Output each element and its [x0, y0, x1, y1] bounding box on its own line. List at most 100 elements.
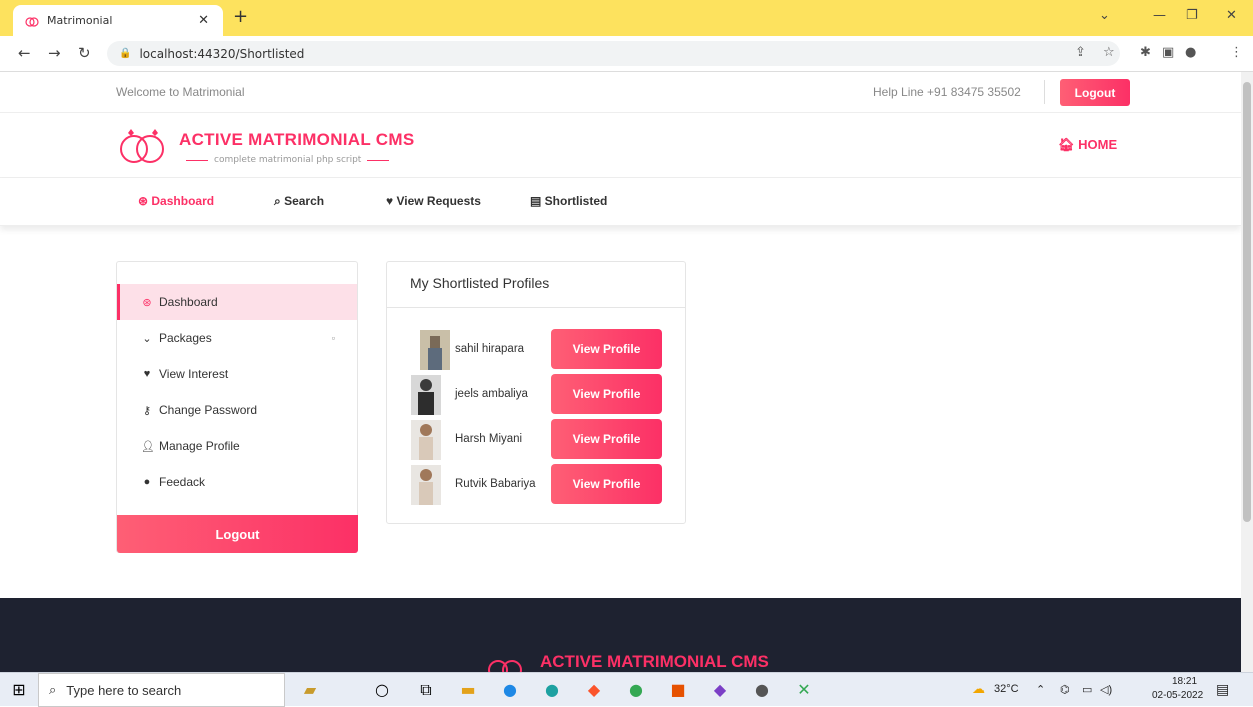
news-widget-icon[interactable]: ▰	[300, 680, 320, 700]
scrollbar-thumb[interactable]	[1243, 82, 1251, 522]
file-explorer-icon[interactable]: ▬	[458, 680, 478, 700]
minimize-icon[interactable]: —	[1153, 8, 1166, 23]
heart-icon: ♥	[386, 194, 397, 208]
notification-icon[interactable]: ▤	[1216, 681, 1229, 698]
shortlisted-card: My Shortlisted Profiles sahil hirapara V…	[386, 261, 686, 524]
menu-dashboard[interactable]: ⊛ Dashboard	[138, 194, 214, 208]
volume-icon[interactable]: ◁)	[1100, 683, 1112, 696]
chrome-profile-icon[interactable]: ●	[752, 680, 772, 700]
skype-icon[interactable]: ●	[500, 680, 520, 700]
forward-icon[interactable]: →	[48, 44, 61, 62]
bookmark-star-icon[interactable]: ☆	[1103, 45, 1115, 60]
sidebar-item-feedback[interactable]: ● Feedack	[117, 464, 357, 500]
profile-avatar-icon[interactable]: ●	[1185, 45, 1196, 60]
menu-shortlisted-label: Shortlisted	[544, 194, 608, 208]
menu-search[interactable]: ⌕ Search	[274, 194, 324, 209]
chevron-down-icon[interactable]: ⌄	[1099, 8, 1110, 23]
sidebar-logout-button[interactable]: Logout	[117, 515, 358, 553]
welcome-text: Welcome to Matrimonial	[116, 85, 245, 99]
rings-logo-icon[interactable]	[116, 125, 170, 165]
visual-studio-icon[interactable]: ◆	[710, 680, 730, 700]
expand-icon: ▫	[331, 333, 335, 343]
taskbar-search[interactable]: ⌕ Type here to search	[38, 673, 285, 707]
helpline-text: Help Line +91 83475 35502	[873, 85, 1021, 99]
cortana-icon[interactable]: ○	[372, 680, 392, 700]
key-icon: ⚷	[142, 404, 152, 417]
divider	[1044, 80, 1045, 104]
dashboard-icon: ⊛	[138, 194, 152, 208]
back-icon[interactable]: ←	[18, 44, 31, 62]
tray-chevron-icon[interactable]: ⌃	[1036, 683, 1045, 696]
windows-taskbar: ⊞ ⌕ Type here to search ▰ ○ ⧉ ▬ ● ● ◆ ● …	[0, 672, 1253, 707]
extensions-icon[interactable]: ✱	[1140, 45, 1151, 60]
sidepanel-icon[interactable]: ▣	[1162, 45, 1174, 60]
profile-row: sahil hirapara View Profile	[387, 329, 685, 371]
sidebar-item-label: Manage Profile	[159, 439, 240, 453]
menu-dashboard-label: Dashboard	[151, 194, 215, 208]
shortlist-icon: ▤	[530, 194, 545, 208]
restore-icon[interactable]: ❐	[1186, 8, 1198, 23]
brave-icon[interactable]: ◆	[584, 680, 604, 700]
address-bar[interactable]: 🔒 localhost:44320/Shortlisted	[107, 41, 1120, 66]
view-profile-button[interactable]: View Profile	[551, 464, 662, 504]
windows-start-icon[interactable]: ⊞	[9, 680, 29, 700]
top-info-bar: Welcome to Matrimonial Help Line +91 834…	[0, 72, 1241, 113]
footer-brand-title: ACTIVE MATRIMONIAL CMS	[540, 652, 769, 671]
sidebar-item-packages[interactable]: ⌄ Packages ▫	[117, 320, 357, 356]
brand-subtitle-text: complete matrimonial php script	[214, 155, 362, 165]
url-text: localhost:44320/Shortlisted	[139, 46, 305, 61]
page-scrollbar[interactable]	[1241, 72, 1253, 672]
menu-dots-icon[interactable]: ⋮	[1230, 45, 1243, 60]
browser-tab[interactable]: Matrimonial ✕	[13, 5, 223, 36]
clock-date[interactable]: 02-05-2022	[1152, 690, 1203, 701]
comment-icon: ●	[143, 476, 151, 488]
profile-photo[interactable]	[411, 420, 441, 460]
profile-row: jeels ambaliya View Profile	[387, 374, 685, 416]
taskbar-search-placeholder: Type here to search	[66, 682, 182, 698]
edge-icon[interactable]: ●	[542, 680, 562, 700]
app-icon[interactable]: ✕	[794, 680, 814, 700]
sidebar-item-change-password[interactable]: ⚷ Change Password	[117, 392, 357, 428]
browser-tab-title: Matrimonial	[47, 14, 113, 27]
close-window-icon[interactable]: ✕	[1226, 8, 1237, 23]
top-logout-button[interactable]: Logout	[1060, 79, 1130, 106]
search-icon: ⌕	[274, 194, 285, 208]
search-icon: ⌕	[49, 682, 57, 697]
user-icon: 👤︎	[141, 440, 155, 453]
reload-icon[interactable]: ↻	[78, 44, 91, 62]
task-view-icon[interactable]: ⧉	[416, 680, 436, 700]
profile-photo[interactable]	[420, 330, 450, 370]
view-profile-button[interactable]: View Profile	[551, 374, 662, 414]
chrome-icon[interactable]: ●	[626, 680, 646, 700]
brand-header: ACTIVE MATRIMONIAL CMS complete matrimon…	[0, 113, 1241, 178]
footer: ACTIVE MATRIMONIAL CMS	[0, 598, 1241, 672]
profile-photo[interactable]	[411, 375, 441, 415]
weather-temp[interactable]: 32°C	[994, 683, 1019, 695]
card-title: My Shortlisted Profiles	[387, 262, 685, 308]
web-page: Welcome to Matrimonial Help Line +91 834…	[0, 72, 1241, 672]
sublime-icon[interactable]: ■	[668, 680, 688, 700]
close-tab-icon[interactable]: ✕	[198, 13, 209, 28]
clock-time[interactable]: 18:21	[1172, 676, 1197, 687]
view-profile-button[interactable]: View Profile	[551, 419, 662, 459]
share-icon[interactable]: ⇪	[1075, 45, 1086, 60]
rings-logo-icon	[488, 660, 522, 672]
home-label: HOME	[1078, 137, 1118, 152]
sidebar-item-view-interest[interactable]: ♥ View Interest	[117, 356, 357, 392]
sidebar-item-label: Feedack	[159, 475, 206, 489]
new-tab-icon[interactable]: +	[233, 6, 248, 27]
sidebar-item-manage-profile[interactable]: 👤︎ Manage Profile	[117, 428, 357, 464]
network-icon[interactable]: ⌬	[1060, 683, 1070, 696]
battery-icon[interactable]: ▭	[1082, 683, 1092, 696]
menu-view-requests[interactable]: ♥ View Requests	[386, 194, 481, 208]
profile-photo[interactable]	[411, 465, 441, 505]
dashboard-icon: ⊛	[142, 296, 152, 309]
sidebar-item-dashboard[interactable]: ⊛ Dashboard	[117, 284, 357, 320]
menu-shortlisted[interactable]: ▤ Shortlisted	[530, 194, 607, 208]
browser-tab-strip: Matrimonial ✕ + ⌄ — ❐ ✕	[0, 0, 1253, 36]
menu-search-label: Search	[284, 194, 325, 208]
brand-title[interactable]: ACTIVE MATRIMONIAL CMS	[179, 130, 414, 150]
view-profile-button[interactable]: View Profile	[551, 329, 662, 369]
profile-row: Harsh Miyani View Profile	[387, 419, 685, 461]
home-link[interactable]: 🏠︎ HOME	[1058, 137, 1117, 153]
